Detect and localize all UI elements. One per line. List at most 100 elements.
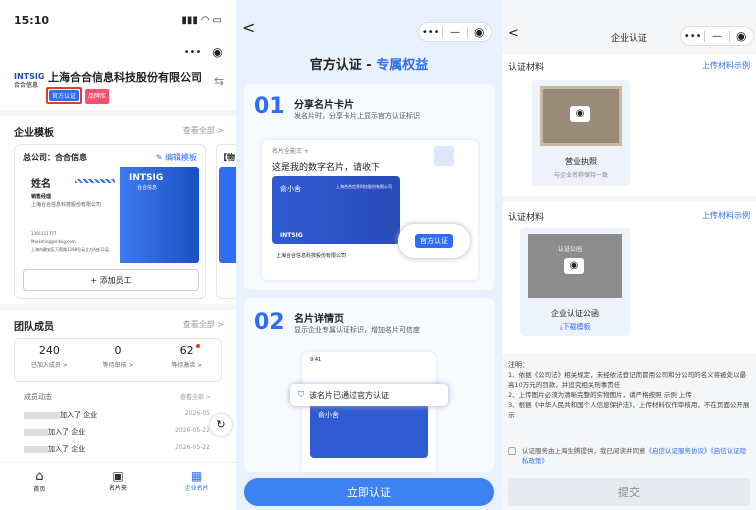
- activity-row: 加入了 企业 2026-05-22: [24, 444, 210, 454]
- mini-card: 俞小舍 上海合合信息科技股份有限公司 INTSIG: [272, 176, 400, 244]
- company-logo: INTSIG 合合信息: [14, 72, 45, 89]
- card-email: Marketing@intsig.com: [31, 239, 76, 244]
- feature-number: 01: [254, 94, 285, 119]
- stat-pending[interactable]: 0 等待审核 >: [84, 339, 153, 381]
- verify-now-button[interactable]: 立即认证: [244, 478, 494, 506]
- verified-toast: ⛉ 该名片已通过官方认证: [290, 384, 448, 406]
- back-icon[interactable]: <: [242, 18, 255, 37]
- stat-inactive[interactable]: 62 等待激活 >: [152, 339, 221, 381]
- phone-mockup: 9:41 俞小舍: [302, 352, 436, 472]
- user-avatar-icon: [434, 146, 454, 166]
- business-card-preview: 姓名 INTSIG 合合信息 销售经理 上海合合信息科技股份有限公司 13911…: [23, 167, 199, 263]
- stat-joined[interactable]: 240 已加入成员 >: [15, 339, 84, 381]
- minimize-icon[interactable]: —: [443, 27, 466, 38]
- avatar-placeholder: [24, 445, 48, 453]
- material-section-1: 认证材料 上传材料示例 ◉ 营业执照 与企业名称保持一致: [502, 54, 756, 196]
- benefits-header: 官方认证 - 专属权益: [309, 58, 429, 73]
- official-verify-benefits-screen: < ••• — ◉ 官方认证 - 专属权益 01 分享名片卡片 发名片时，分享卡…: [236, 0, 502, 510]
- home-icon: ⌂: [35, 469, 44, 484]
- miniprogram-capsule[interactable]: ••• ◉: [180, 42, 230, 62]
- note-item: 1、依据《公司法》相关规定，未经依法登记而冒用公司和分公司的名义将被处以最高10…: [508, 371, 747, 389]
- nav-home[interactable]: ⌂ 首页: [0, 463, 79, 510]
- brand-badge[interactable]: 品牌库: [85, 89, 110, 104]
- section-title: 认证材料: [508, 213, 545, 223]
- verify-letter-upload[interactable]: 认证公函 ◉ 企业认证公函 ⤓下载模板: [520, 228, 630, 336]
- chat-app-name: 名片全能王 +: [272, 148, 309, 155]
- avatar-placeholder: [24, 428, 48, 436]
- camera-icon: ◉: [564, 258, 584, 274]
- template-card[interactable]: 总公司：合合信息 ✎ 编辑模板 姓名 INTSIG 合合信息 销售经理 上海合合…: [14, 144, 206, 299]
- feature-title: 分享名片卡片: [294, 100, 354, 111]
- download-template-link[interactable]: ⤓下载模板: [520, 322, 630, 332]
- letter-label: 认证公函: [558, 246, 583, 253]
- card-brand-sub: 合合信息: [137, 185, 158, 191]
- mini-card-company: 上海合合信息科技股份有限公司: [276, 253, 347, 259]
- avatar-placeholder: [24, 411, 60, 419]
- card-phone: 1391111777: [31, 231, 57, 236]
- notes-title: 注明：: [508, 361, 529, 369]
- more-icon[interactable]: •••: [180, 47, 205, 58]
- mini-detail-card: 俞小舍: [310, 398, 428, 458]
- target-icon[interactable]: ◉: [468, 25, 491, 39]
- template-card-second[interactable]: 【物: [216, 144, 236, 299]
- note-item: 3、根据《中华人民共和国个人信息保护法》，上传材料仅作审核用，不在页面公开展示: [508, 401, 750, 419]
- feature-title: 名片详情页: [294, 314, 344, 325]
- feature-desc: 显示企业专属认证标识，增加名片可信度: [294, 326, 420, 334]
- status-bar: 15:10 ▮▮▮ ◠ ▭: [0, 0, 236, 40]
- card-holder-icon: ▣: [112, 469, 124, 483]
- view-all-templates-link[interactable]: 查看全部 >: [183, 125, 224, 136]
- team-stats: 240 已加入成员 > 0 等待审核 > 62 等待激活 >: [14, 338, 222, 382]
- bottom-nav: ⌂ 首页 ▣ 名片夹 ▦ 企业名片: [0, 462, 236, 510]
- agree-checkbox[interactable]: [508, 447, 516, 455]
- submit-button[interactable]: 提交: [508, 478, 750, 506]
- feature-desc: 发名片时，分享卡片上显示官方认证标识: [294, 112, 420, 120]
- activity-title: 成员动态: [24, 393, 52, 401]
- add-staff-button[interactable]: + 添加员工: [23, 269, 199, 291]
- material-section-2: 认证材料 上传材料示例 认证公函 ◉ 企业认证公函 ⤓下载模板: [502, 202, 756, 354]
- upload-example-link[interactable]: 上传材料示例: [702, 60, 750, 71]
- letter-title: 企业认证公函: [551, 309, 599, 318]
- miniprogram-capsule[interactable]: ••• — ◉: [680, 26, 754, 46]
- card-title: 销售经理: [31, 194, 52, 200]
- view-all-team-link[interactable]: 查看全部 >: [183, 319, 224, 330]
- chat-message: 这是我的数字名片，请收下: [272, 163, 381, 173]
- status-time: 15:10: [14, 13, 50, 27]
- nav-enterprise-card[interactable]: ▦ 企业名片: [157, 463, 236, 510]
- note-item: 2、上传图片必须为清晰完整的实物图片，请严格按照 示例 上传: [508, 391, 692, 399]
- refresh-icon[interactable]: ↻: [210, 414, 232, 436]
- business-license-upload[interactable]: ◉ 营业执照 与企业名称保持一致: [532, 80, 630, 186]
- card-name: 姓名: [31, 179, 51, 190]
- nav-card-holder[interactable]: ▣ 名片夹: [79, 463, 158, 510]
- license-subtitle: 与企业名称保持一致: [553, 172, 608, 179]
- verify-badge-large: 官方认证: [398, 224, 470, 258]
- template-title: 企业模板: [14, 128, 54, 139]
- card-stripes: [75, 179, 115, 183]
- view-all-activity-link[interactable]: 查看全部 >: [180, 392, 211, 401]
- company-name: 上海合合信息科技股份有限公司: [48, 71, 202, 84]
- switch-company-icon[interactable]: ⇆: [214, 74, 224, 88]
- card-brand: INTSIG: [129, 173, 164, 183]
- company-header: INTSIG 合合信息 上海合合信息科技股份有限公司 官方认证 品牌库 ⇆: [0, 66, 236, 110]
- target-icon[interactable]: ◉: [730, 29, 753, 43]
- agreement-row: 认证服务由上海生腾提供，我已阅读并同意《启信认证服务协议》《启信认证隐私政策》: [508, 446, 752, 466]
- card-address: 上海市静安区万荣路1268号云立方A座11层: [31, 247, 110, 252]
- edit-template-link[interactable]: ✎ 编辑模板: [156, 152, 197, 163]
- hq-label: 总公司：合合信息: [23, 153, 87, 162]
- service-agreement-link[interactable]: 《启信认证服务协议》: [646, 447, 711, 455]
- miniprogram-capsule[interactable]: ••• — ◉: [418, 22, 492, 42]
- upload-example-link[interactable]: 上传材料示例: [702, 210, 750, 221]
- feature-number: 02: [254, 310, 285, 335]
- enterprise-card-icon: ▦: [191, 469, 203, 483]
- activity-row: 加入了 企业 2026-05: [24, 410, 210, 420]
- section-title: 认证材料: [508, 63, 545, 73]
- shield-check-icon: ⛉: [298, 390, 304, 399]
- notes-section: 注明： 1、依据《公司法》相关规定，未经依法登记而冒用公司和分公司的名义将被处以…: [508, 360, 752, 420]
- target-icon[interactable]: ◉: [205, 45, 230, 59]
- official-verify-badge[interactable]: 官方认证: [46, 87, 83, 104]
- minimize-icon[interactable]: —: [705, 31, 728, 42]
- more-icon[interactable]: •••: [419, 27, 442, 38]
- feature-share-card: 01 分享名片卡片 发名片时，分享卡片上显示官方认证标识 名片全能王 + 这是我…: [244, 84, 494, 290]
- chat-share-preview: 名片全能王 + 这是我的数字名片，请收下 俞小舍 上海合合信息科技股份有限公司 …: [262, 140, 478, 280]
- more-icon[interactable]: •••: [681, 31, 704, 42]
- card-company: 上海合合信息科技股份有限公司: [31, 202, 102, 208]
